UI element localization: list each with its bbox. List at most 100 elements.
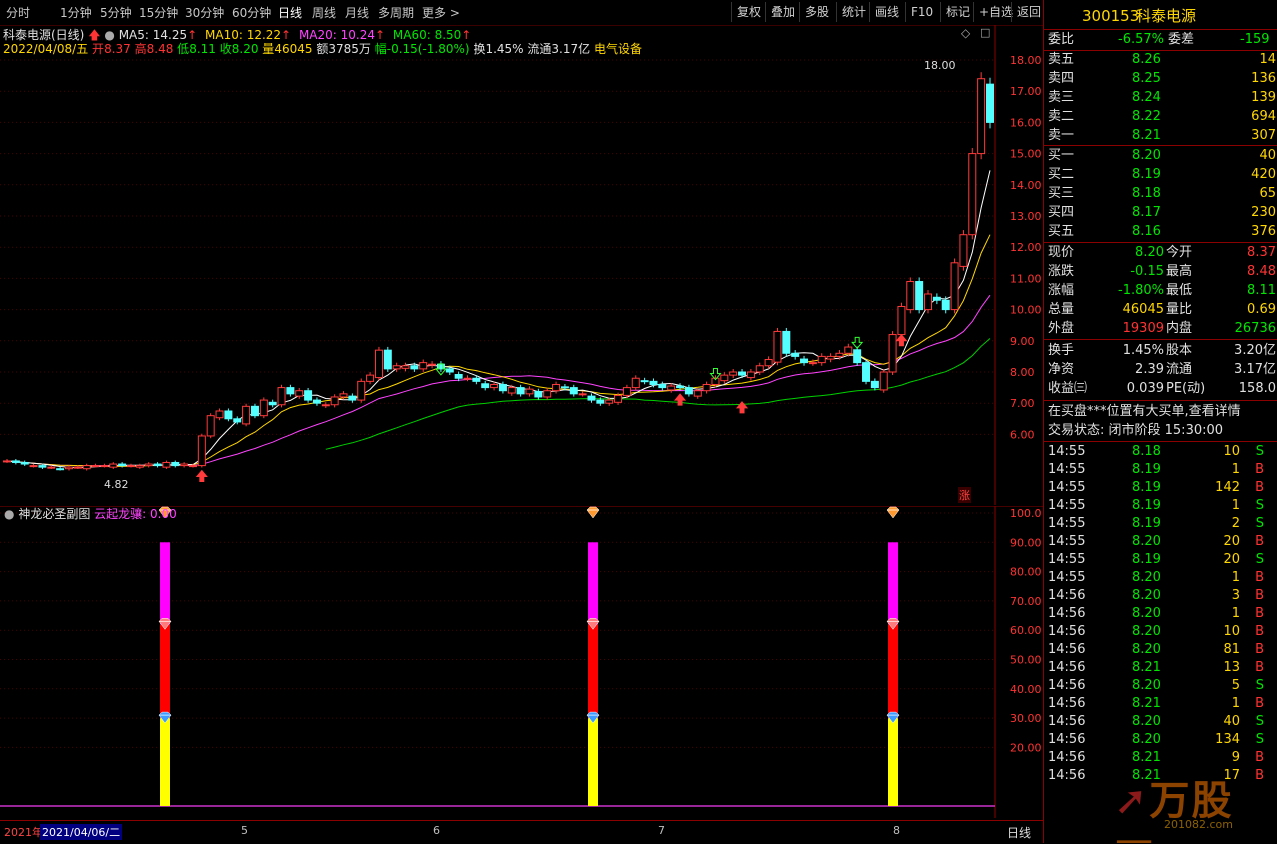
min-price-label: 4.82 <box>104 478 129 491</box>
period-1min[interactable]: 1分钟 <box>60 4 92 21</box>
trade-price: 8.19 <box>1132 516 1161 531</box>
candle <box>250 403 259 419</box>
candle-body <box>135 465 144 468</box>
duogu-button[interactable]: 多股 <box>799 2 834 22</box>
trade-volume: 40 <box>1223 714 1240 729</box>
f10-button[interactable]: F10 <box>905 2 938 22</box>
candle <box>463 375 472 382</box>
bid-row: 买一 8.20 40 <box>1044 147 1277 165</box>
candle <box>746 369 755 381</box>
candle <box>206 413 215 439</box>
period-multi[interactable]: 多周期 <box>378 4 414 21</box>
ask-volume: 694 <box>1251 109 1276 124</box>
candle-body <box>29 465 38 468</box>
sub-y-tick-label: 60.00 <box>1010 624 1042 637</box>
trade-row: 14:55 8.19 1 S <box>1044 497 1277 515</box>
candle-body <box>587 395 596 401</box>
kline-chart[interactable]: 18.00 17.00 16.00 15.00 14.00 13.00 12.00 11.00… <box>0 25 1043 505</box>
period-weekly[interactable]: 周线 <box>312 4 336 21</box>
sub-y-tick-label: 100.0 <box>1010 507 1042 520</box>
signal-bar <box>158 506 172 806</box>
candle-body <box>233 418 242 423</box>
period-daily[interactable]: 日线 <box>278 4 302 21</box>
notice-row[interactable]: 在买盘***位置有大买单,查看详情 <box>1044 403 1277 421</box>
collapse-icon[interactable]: □ <box>980 26 990 39</box>
candle-body <box>82 465 91 470</box>
candle-body <box>197 435 206 467</box>
bar-segment-yellow <box>160 718 170 806</box>
settings-circle-icon[interactable]: ● <box>4 507 14 521</box>
trade-time: 14:56 <box>1048 660 1086 675</box>
sub-indicator-panel[interactable]: 100.0 90.00 80.00 70.00 60.00 50.00 40.00 30.00… <box>0 506 1043 818</box>
ask-volume: 139 <box>1251 90 1276 105</box>
biaoji-button[interactable]: 标记 <box>940 2 975 22</box>
diejia-button[interactable]: 叠加 <box>765 2 800 22</box>
candle <box>870 378 879 391</box>
tongji-button[interactable]: 统计 <box>836 2 871 22</box>
candle-body <box>401 365 410 369</box>
period-30min[interactable]: 30分钟 <box>185 4 224 21</box>
candle <box>383 346 392 372</box>
ask-price: 8.22 <box>1132 109 1161 124</box>
candle <box>109 462 118 470</box>
huaxian-button[interactable]: 画线 <box>869 2 904 22</box>
float-value: 流通3.17亿 <box>527 42 591 56</box>
sub-indicator-chart[interactable]: 100.0 90.00 80.00 70.00 60.00 50.00 40.00 30.00… <box>0 506 1043 818</box>
stat-label: 内盘 <box>1166 321 1193 336</box>
sub-y-tick-label: 30.00 <box>1010 712 1042 725</box>
period-60min[interactable]: 60分钟 <box>232 4 271 21</box>
stat-value: -0.15 <box>1130 264 1164 279</box>
trade-volume: 9 <box>1231 750 1240 765</box>
candle-body <box>658 383 667 389</box>
period-monthly[interactable]: 月线 <box>345 4 369 21</box>
candle-body <box>73 466 82 469</box>
ma10-line <box>6 234 991 467</box>
candle-body <box>516 387 525 395</box>
kline-panel[interactable]: 18.00 17.00 16.00 15.00 14.00 13.00 12.00 11.00… <box>0 25 1043 505</box>
trade-time: 14:56 <box>1048 642 1086 657</box>
candle <box>543 387 552 400</box>
sub-y-tick-label: 70.00 <box>1010 595 1042 608</box>
candle-body <box>560 386 569 389</box>
candle-body <box>339 393 348 398</box>
more-label: 更多 <box>422 6 447 20</box>
stat-value: 26736 <box>1234 321 1276 336</box>
candle-body <box>498 383 507 392</box>
stat2-label: 流通 <box>1166 362 1193 377</box>
stat-value: 0.69 <box>1247 302 1276 317</box>
diamond-icon[interactable]: ◇ <box>961 26 970 40</box>
status-row: 交易状态: 闭市阶段 15:30:00 <box>1044 422 1277 440</box>
trade-price: 8.20 <box>1132 732 1161 747</box>
trade-time: 14:55 <box>1048 462 1086 477</box>
bid-label: 买四 <box>1048 205 1075 220</box>
trade-time: 14:55 <box>1048 534 1086 549</box>
bid-volume: 230 <box>1251 205 1276 220</box>
trade-time: 14:55 <box>1048 498 1086 513</box>
trade-volume: 1 <box>1231 570 1240 585</box>
date-tick-7: 7 <box>658 824 665 837</box>
trade-side: B <box>1255 480 1264 495</box>
open-label: 开 <box>92 42 105 56</box>
candle <box>374 346 383 381</box>
trade-row: 14:56 8.20 134 S <box>1044 731 1277 749</box>
sub-y-tick-label: 20.00 <box>1010 741 1042 754</box>
period-fenshi[interactable]: 分时 <box>6 4 30 21</box>
trade-row: 14:55 8.18 10 S <box>1044 443 1277 461</box>
ask-label: 卖二 <box>1048 109 1075 124</box>
fuquan-button[interactable]: 复权 <box>731 2 766 22</box>
stat2-label: 净资 <box>1048 362 1075 377</box>
period-more[interactable]: 更多 > <box>422 4 460 21</box>
trade-volume: 1 <box>1231 498 1240 513</box>
period-5min[interactable]: 5分钟 <box>100 4 132 21</box>
candle <box>357 378 366 403</box>
trade-volume: 3 <box>1231 588 1240 603</box>
candle-body <box>915 281 924 311</box>
trade-volume: 134 <box>1215 732 1240 747</box>
period-label[interactable]: 日线 <box>1007 824 1031 841</box>
back-button[interactable]: 返回 <box>1011 2 1046 22</box>
period-15min[interactable]: 15分钟 <box>139 4 178 21</box>
candle-body <box>649 380 658 385</box>
ask-row: 卖四 8.25 136 <box>1044 70 1277 88</box>
candle-body <box>729 371 738 376</box>
trade-row: 14:56 8.21 9 B <box>1044 749 1277 767</box>
